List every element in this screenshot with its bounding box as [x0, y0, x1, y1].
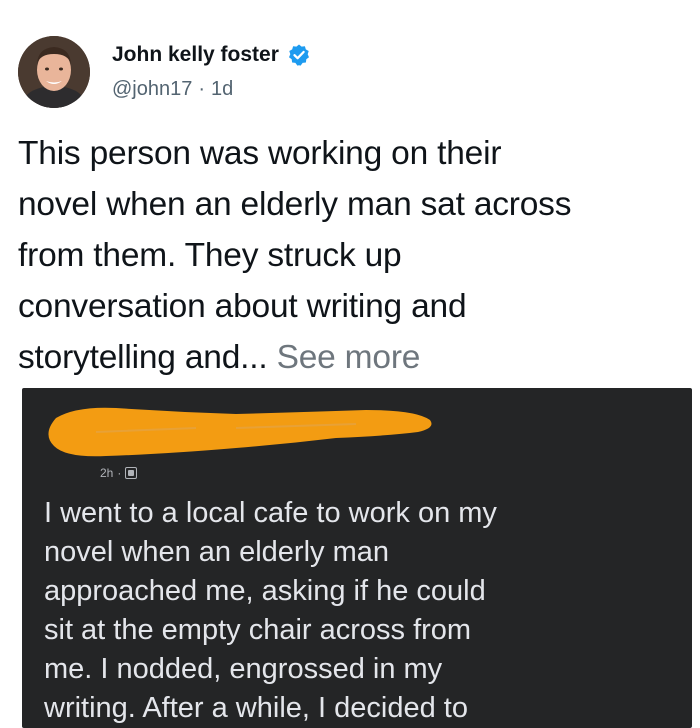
- handle[interactable]: @john17: [112, 78, 192, 101]
- post-line: writing. After a while, I decided to: [44, 692, 468, 724]
- post-line: approached me, asking if he could: [44, 575, 486, 607]
- post-line: me. I nodded, engrossed in my: [44, 653, 443, 685]
- separator-dot: ·: [198, 77, 206, 100]
- tweet-header: John kelly foster @john17 · 1d: [18, 36, 678, 116]
- tweet-line: conversation about writing and: [18, 288, 467, 325]
- post-line: sit at the empty chair across from: [44, 614, 472, 646]
- separator-dot: ·: [117, 466, 122, 480]
- friends-icon: [125, 467, 138, 479]
- tweet-line: This person was working on their: [18, 135, 502, 172]
- post-line: novel when an elderly man: [44, 536, 389, 568]
- tweet-line-last: storytelling and... See more: [18, 332, 682, 383]
- display-name[interactable]: John kelly foster: [112, 43, 279, 67]
- handle-row: @john17 · 1d: [112, 74, 233, 104]
- person-avatar-icon: [18, 36, 90, 108]
- embedded-post-screenshot[interactable]: 2h · I went to a local cafe to work on m…: [22, 388, 692, 728]
- post-meta: 2h ·: [100, 464, 138, 482]
- tweet-text: This person was working on their novel w…: [18, 128, 682, 383]
- tweet-line-text: storytelling and...: [18, 339, 268, 376]
- tweet-line: from them. They struck up: [18, 237, 402, 274]
- timestamp[interactable]: 1d: [211, 78, 233, 101]
- post-line: I went to a local cafe to work on my: [44, 497, 497, 529]
- verified-badge-icon: [288, 44, 309, 66]
- see-more-link[interactable]: See more: [277, 339, 421, 376]
- post-body: I went to a local cafe to work on my nov…: [44, 494, 684, 728]
- tweet-line: novel when an elderly man sat across: [18, 186, 572, 223]
- redaction-scribble: [48, 407, 432, 457]
- name-row: John kelly foster: [112, 38, 311, 72]
- avatar[interactable]: [18, 36, 90, 108]
- post-time[interactable]: 2h: [100, 466, 113, 480]
